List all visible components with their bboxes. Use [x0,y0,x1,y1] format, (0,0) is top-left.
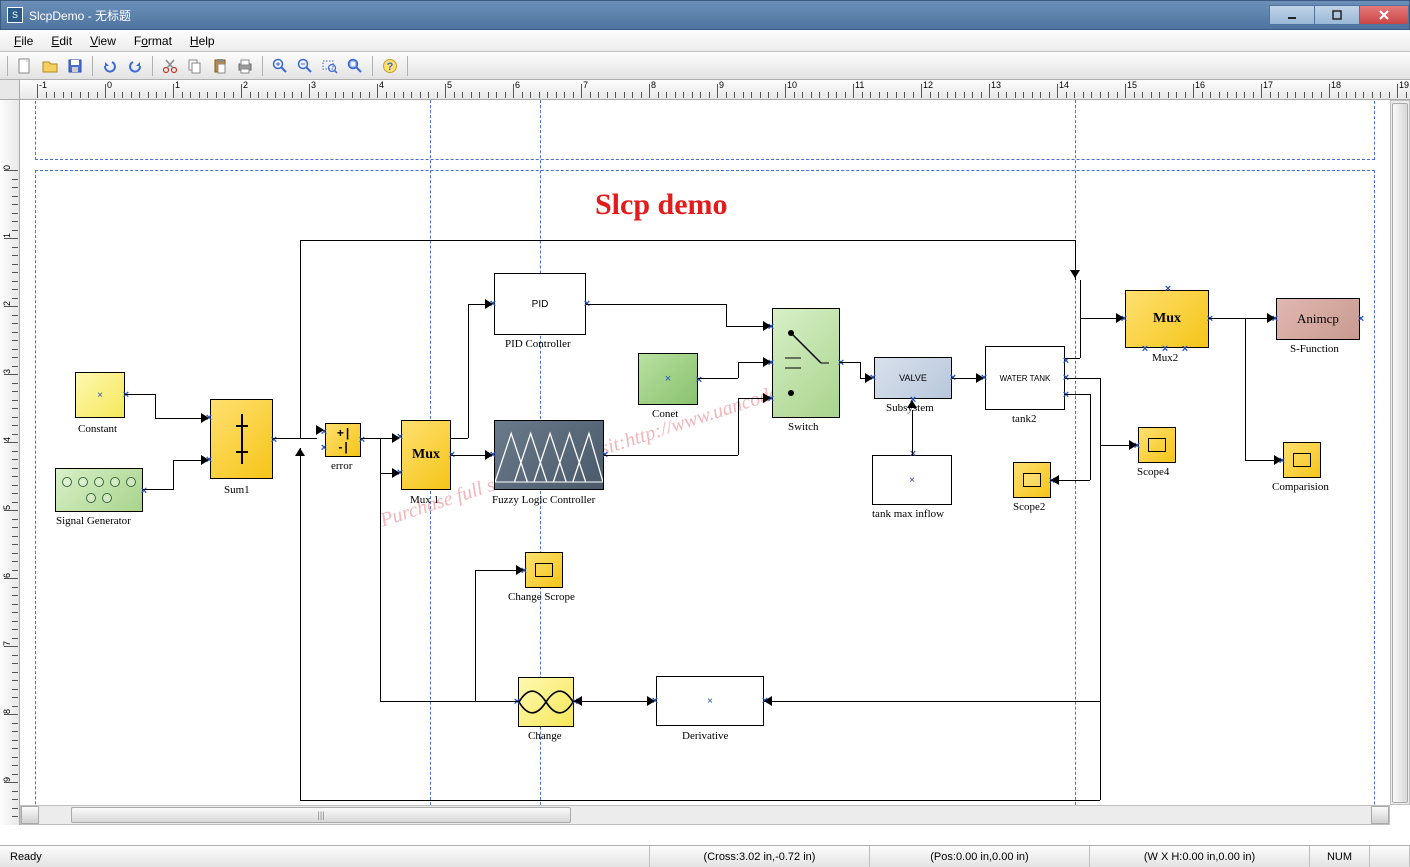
status-pos: (Pos:0.00 in,0.00 in) [870,846,1090,867]
label-comparison: Comparision [1272,481,1329,493]
minimize-button[interactable] [1269,5,1315,25]
app-icon: S [7,7,23,23]
scrollbar-horizontal[interactable]: ||| [20,805,1390,825]
ruler-vertical: 01234567891011 [0,100,20,825]
scroll-thumb[interactable]: ||| [71,807,571,823]
label-scope2: Scope2 [1013,501,1045,513]
block-subsystem[interactable]: VALVE ××× [874,357,952,399]
window-title: SlcpDemo - 无标题 [29,7,131,24]
label-tankmax: tank max inflow [872,508,944,520]
page-boundary-top [35,100,1375,160]
status-ready: Ready [0,846,650,867]
menu-edit[interactable]: Edit [43,32,80,50]
ruler-corner [0,80,20,100]
scroll-left-button[interactable] [21,806,39,824]
block-mux2[interactable]: Mux ×× ××× × [1125,290,1209,348]
status-bar: Ready (Cross:3.02 in,-0.72 in) (Pos:0.00… [0,845,1410,867]
label-signal-generator: Signal Generator [56,515,131,527]
status-wh: (W X H:0.00 in,0.00 in) [1090,846,1310,867]
block-sum1[interactable]: ×× × [210,399,273,479]
ruler-horizontal: -101234567891011121314151617181920 [20,80,1410,100]
block-change[interactable]: ×× [518,677,574,727]
zoom-in-button[interactable] [269,55,291,77]
canvas[interactable]: Slcp demo Purchase full source code, vis… [20,100,1390,805]
save-button[interactable] [64,55,86,77]
close-button[interactable] [1359,5,1409,25]
block-mux1[interactable]: Mux ××× [401,420,451,490]
svg-text:?: ? [387,61,394,73]
block-pid[interactable]: PID ×× [494,273,586,335]
scrollbar-vertical[interactable] [1390,100,1410,805]
pid-text: PID [532,299,549,310]
diagram-title: Slcp demo [595,188,728,222]
status-cross: (Cross:3.02 in,-0.72 in) [650,846,870,867]
mux1-text: Mux [412,447,440,463]
tank2-text: WATER TANK [1000,374,1051,383]
new-button[interactable] [14,55,36,77]
workspace: -101234567891011121314151617181920 01234… [0,80,1410,845]
label-constant: Constant [78,423,117,435]
menu-file[interactable]: File [6,32,41,50]
block-derivative[interactable]: × ×× [656,676,764,726]
label-switch: Switch [788,421,819,433]
label-scope4: Scope4 [1137,466,1169,478]
copy-button[interactable] [184,55,206,77]
block-fuzzy[interactable]: ×× [494,420,604,490]
label-mux1: Mux 1 [410,494,439,506]
guide-v3 [1075,100,1076,805]
mux2-text: Mux [1153,311,1181,327]
label-change: Change [528,730,562,742]
toolbar: ? [0,52,1410,80]
maximize-button[interactable] [1314,5,1360,25]
label-tank2: tank2 [1012,413,1036,425]
label-pid: PID Controller [505,338,571,350]
label-sum1: Sum1 [224,484,250,496]
label-derivative: Derivative [682,730,728,742]
open-button[interactable] [39,55,61,77]
menu-view[interactable]: View [82,32,124,50]
label-mux2: Mux2 [1152,352,1178,364]
menu-format[interactable]: Format [126,32,180,50]
zoom-area-button[interactable] [319,55,341,77]
block-change-scope[interactable]: × [525,552,563,588]
undo-button[interactable] [99,55,121,77]
help-button[interactable]: ? [379,55,401,77]
menu-bar: File Edit View Format Help [0,30,1410,52]
label-fuzzy: Fuzzy Logic Controller [492,494,595,506]
paste-button[interactable] [209,55,231,77]
subsystem-text: VALVE [899,373,927,383]
block-constant[interactable]: × × [75,372,125,418]
block-tankmax[interactable]: × × [872,455,952,505]
block-switch[interactable]: ××× × [772,308,840,418]
label-change-scope: Change Scrope [508,591,575,603]
label-conet: Conet [652,408,678,420]
label-animcp: S-Function [1290,343,1339,355]
zoom-fit-button[interactable] [344,55,366,77]
title-bar: S SlcpDemo - 无标题 [0,0,1410,30]
block-signal-generator[interactable]: × [55,468,143,512]
menu-help[interactable]: Help [182,32,223,50]
block-scope2[interactable]: × [1013,462,1051,498]
zoom-out-button[interactable] [294,55,316,77]
menu-file-label: ile [21,34,33,48]
block-error[interactable]: +|-| ××× [325,423,361,457]
scroll-right-button[interactable] [1371,806,1389,824]
block-comparison[interactable]: × [1283,442,1321,478]
status-num: NUM [1310,846,1370,867]
label-error: error [331,460,352,472]
animcp-text: Animcp [1297,311,1339,327]
print-button[interactable] [234,55,256,77]
block-scope4[interactable]: × [1138,427,1176,463]
block-tank2[interactable]: WATER TANK × ××× [985,346,1065,410]
cut-button[interactable] [159,55,181,77]
redo-button[interactable] [124,55,146,77]
block-animcp[interactable]: Animcp ×× [1276,298,1360,340]
block-conet[interactable]: × × [638,353,698,405]
